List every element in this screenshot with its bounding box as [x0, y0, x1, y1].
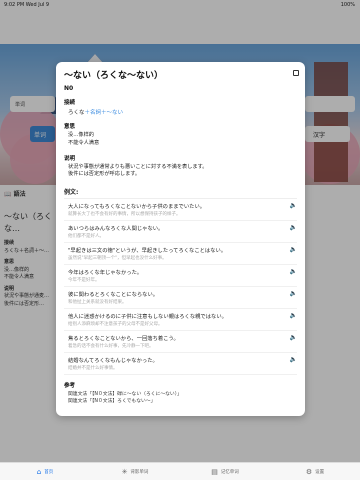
speaker-icon[interactable]: 🔈: [290, 356, 297, 363]
example-item: 大人になってもろくなことないから子供のままでいたい。 就算长大了也不会有好的事情…: [64, 199, 297, 222]
speaker-icon[interactable]: 🔈: [290, 202, 297, 209]
copy-icon[interactable]: [293, 70, 299, 76]
meaning-line: 不能令人满意: [68, 139, 100, 146]
explanation-line: 後件には否定形が呼応します。: [68, 171, 141, 178]
speaker-icon[interactable]: 🔈: [290, 334, 297, 341]
tab-label: 背影单词: [130, 469, 149, 475]
speaker-icon[interactable]: 🔈: [290, 246, 297, 253]
example-jp: "早起きは三文の徳"というが、早起きしたってろくなことはない。: [68, 248, 227, 255]
tab-memorize[interactable]: ✳ 背影单词: [90, 463, 180, 480]
tab-label: 设置: [315, 469, 325, 475]
meaning-line: 没…像样的: [68, 132, 94, 138]
example-jp: 今年はろくな年じゃなかった。: [68, 270, 143, 277]
jlpt-level: N0: [64, 85, 74, 92]
example-item: 結婚なんてろくなもんじゃなかった。 结婚并不是什么好事情。 🔈: [64, 353, 297, 376]
gear-icon: ⚙: [305, 467, 313, 476]
reference-list: 関連文法「【N０文法】碌に～ない（ろくに～ない）」 関連文法「【N０文法】ろくで…: [64, 391, 297, 405]
speaker-icon[interactable]: 🔈: [290, 224, 297, 231]
connection-highlight: ＋名詞＋～ない: [84, 110, 124, 116]
example-cn: 他们都不是好人。: [68, 234, 104, 240]
example-cn: 虽然说"早起三朝顶一个"，但早起也没什么好事。: [68, 256, 167, 262]
reference-label: 参考: [64, 383, 76, 390]
tab-home[interactable]: ⌂ 首页: [0, 463, 90, 480]
example-cn: 给别人添麻烦却不注意孩子的父母不是好父母。: [68, 322, 163, 328]
speaker-icon[interactable]: 🔈: [290, 312, 297, 319]
example-cn: 着急的话不会有什么好事，先冷静一下吧。: [68, 344, 154, 350]
tab-label: 记忆单词: [220, 469, 239, 475]
tab-label: 首页: [44, 469, 54, 475]
grammar-detail-modal: ～ない（ろくな～ない） N0 接続 ろくな＋名詞＋～ない 意思 没…像样的 不能…: [56, 62, 305, 416]
asterisk-icon: ✳: [121, 467, 128, 476]
examples-header: 例文:: [64, 187, 297, 200]
speaker-icon[interactable]: 🔈: [290, 268, 297, 275]
reference-link[interactable]: 関連文法「【N０文法】碌に～ない（ろくに～ない）」: [68, 391, 297, 398]
meaning-label: 意思: [64, 124, 76, 130]
connection-label: 接続: [64, 100, 76, 106]
example-jp: 焦るとろくなことないから、一回落ち着こう。: [68, 336, 179, 343]
example-jp: 他人に迷惑かけるのに子供に注意もしない親はろくな親ではない。: [68, 314, 227, 321]
book-icon: ▤: [211, 467, 218, 476]
example-item: 今年はろくな年じゃなかった。 今年不是好年。 🔈: [64, 265, 297, 288]
example-cn: 和他扯上关系就没有好结果。: [68, 300, 127, 306]
meaning-text: 没…像样的 不能令人满意: [64, 132, 297, 148]
explanation-label: 说明: [64, 155, 76, 162]
example-item: あいつらはみんなろくな人間じゃない。 他们都不是好人。 🔈: [64, 221, 297, 244]
home-icon: ⌂: [36, 467, 42, 476]
tab-review[interactable]: ▤ 记忆单词: [180, 463, 270, 480]
example-jp: あいつらはみんなろくな人間じゃない。: [68, 226, 164, 233]
example-cn: 结婚并不是什么好事情。: [68, 366, 118, 372]
example-item: "早起きは三文の徳"というが、早起きしたってろくなことはない。 虽然说"早起三朝…: [64, 243, 297, 266]
connection-prefix: ろくな: [68, 110, 85, 116]
example-item: 他人に迷惑かけるのに子供に注意もしない親はろくな親ではない。 给别人添麻烦却不注…: [64, 309, 297, 332]
example-cn: 就算长大了也不会有好的事情，所以想保持孩子的样子。: [68, 212, 181, 218]
connection-value: ろくな＋名詞＋～ない: [64, 108, 297, 116]
tab-bar: ⌂ 首页 ✳ 背影单词 ▤ 记忆单词 ⚙ 设置: [0, 462, 360, 480]
tab-settings[interactable]: ⚙ 设置: [270, 463, 360, 480]
example-jp: 彼に関わるとろくなことにならない。: [68, 292, 159, 299]
reference-link[interactable]: 関連文法「【N０文法】ろくでもない～」: [68, 398, 297, 405]
example-jp: 結婚なんてろくなもんじゃなかった。: [68, 358, 158, 365]
example-item: 焦るとろくなことないから、一回落ち着こう。 着急的话不会有什么好事，先冷静一下吧…: [64, 331, 297, 354]
example-cn: 今年不是好年。: [68, 278, 100, 284]
example-jp: 大人になってもろくなことないから子供のままでいたい。: [68, 204, 206, 211]
speaker-icon[interactable]: 🔈: [290, 290, 297, 297]
example-item: 彼に関わるとろくなことにならない。 和他扯上关系就没有好结果。 🔈: [64, 287, 297, 310]
grammar-title: ～ない（ろくな～ない）: [64, 71, 164, 81]
explanation-text: 状況や事態が通常よりも悪いことに対する不満を表します。 後件には否定形が呼応しま…: [64, 164, 297, 180]
